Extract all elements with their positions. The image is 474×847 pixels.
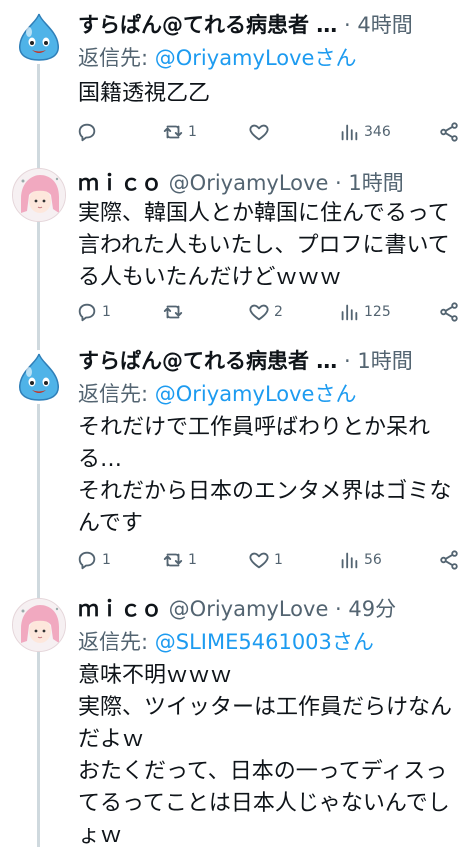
share-button[interactable] [438,549,460,571]
reply-label: 返信先: [78,46,155,70]
like-count: 2 [274,304,283,320]
reply-to-line: 返信先: @OriyamyLoveさん [78,42,356,74]
tweet-meta: @OriyamyLove · 1時間 [162,171,404,195]
share-button[interactable] [438,121,460,143]
tweet[interactable]: ｍｉｃｏ @OriyamyLove · 49分 返信先: @SLIME54610… [0,582,474,847]
views-button[interactable]: 56 [338,549,382,571]
reply-button[interactable]: 1 [76,301,111,323]
display-name[interactable]: ｍｉｃｏ [78,171,162,195]
action-bar: 1 2 125 [76,298,460,326]
avatar[interactable] [12,10,66,64]
share-button[interactable] [438,301,460,323]
views-button[interactable]: 346 [338,121,391,143]
tweet-header: ｍｉｃｏ @OriyamyLove · 1時間 [78,166,462,200]
reply-to-line: 返信先: @SLIME5461003さん [78,626,374,658]
tweet[interactable]: すらぱん@てれる病患者 … · 4時間 返信先: @OriyamyLoveさん … [0,0,474,162]
reply-button[interactable]: 1 [76,549,111,571]
share-icon [440,302,458,322]
reply-to-line: 返信先: @OriyamyLoveさん [78,378,356,410]
reply-icon [78,303,96,322]
like-button[interactable]: 2 [248,301,283,323]
views-count: 56 [364,552,382,568]
display-name[interactable]: ｍｉｃｏ [78,597,162,621]
reply-label: 返信先: [78,630,155,654]
anime-avatar-icon [13,599,65,651]
tweet-text: それだけで工作員呼ばわりとか呆れる… それだから日本のエンタメ界はゴミなんです [78,415,452,536]
retweet-button[interactable]: 1 [162,549,197,571]
tweet-meta: · 1時間 [337,349,413,373]
heart-icon [249,304,269,321]
retweet-button[interactable] [162,301,188,323]
slime-avatar-icon [19,13,59,61]
like-button[interactable] [248,121,274,143]
reply-handle-link[interactable]: @OriyamyLoveさん [155,382,357,406]
display-name[interactable]: すらぱん@てれる病患者 … [78,349,337,373]
views-button[interactable]: 125 [338,301,391,323]
avatar[interactable] [12,598,66,652]
action-bar: 1 1 1 56 [76,546,460,574]
heart-icon [249,552,269,569]
reply-button[interactable] [76,121,102,143]
views-count: 346 [364,124,391,140]
tweet-header: ｍｉｃｏ @OriyamyLove · 49分 [78,592,462,626]
tweet-text: 実際、韓国人とか韓国に住んでるって言われた人もいたし、プロフに書いてる人もいたん… [78,201,450,290]
like-button[interactable]: 1 [248,549,283,571]
retweet-icon [163,305,183,319]
retweet-icon [163,553,183,567]
tweet-meta: · 4時間 [337,13,413,37]
views-count: 125 [364,304,391,320]
action-bar: 1 346 [76,118,460,146]
reply-handle-link[interactable]: @OriyamyLoveさん [155,46,357,70]
share-icon [440,550,458,570]
reply-label: 返信先: [78,382,155,406]
tweet-meta: @OriyamyLove · 49分 [162,597,397,621]
reply-count: 1 [102,552,111,568]
retweet-icon [163,125,183,139]
tweet[interactable]: すらぱん@てれる病患者 … · 1時間 返信先: @OriyamyLoveさん … [0,342,474,582]
views-icon [341,124,358,141]
like-count: 1 [274,552,283,568]
anime-avatar-icon [13,169,65,221]
tweet[interactable]: ｍｉｃｏ @OriyamyLove · 1時間 実際、韓国人とか韓国に住んでるっ… [0,162,474,342]
reply-handle-link[interactable]: @SLIME5461003さん [155,630,374,654]
retweet-button[interactable]: 1 [162,121,197,143]
views-icon [341,304,358,321]
tweet-header: すらぱん@てれる病患者 … · 4時間 [78,8,462,42]
tweet-text: 意味不明ｗｗｗ 実際、ツイッターは工作員だらけなんだよｗ おたくだって、日本の一… [78,663,453,847]
views-icon [341,552,358,569]
retweet-count: 1 [188,552,197,568]
avatar[interactable] [12,350,66,404]
display-name[interactable]: すらぱん@てれる病患者 … [78,13,337,37]
tweet-header: すらぱん@てれる病患者 … · 1時間 [78,344,462,378]
avatar[interactable] [12,168,66,222]
retweet-count: 1 [188,124,197,140]
slime-avatar-icon [19,353,59,401]
reply-icon [78,123,96,142]
heart-icon [249,124,269,141]
share-icon [440,122,458,142]
reply-icon [78,551,96,570]
tweet-text: 国籍透視乙乙 [78,81,211,106]
reply-count: 1 [102,304,111,320]
